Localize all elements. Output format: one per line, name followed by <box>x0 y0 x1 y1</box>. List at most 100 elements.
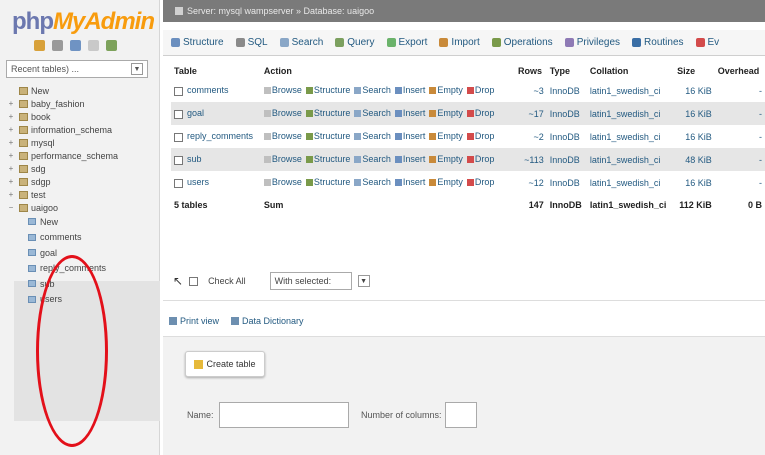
create-table-button[interactable]: Create table <box>185 351 265 377</box>
tab-import[interactable]: Import <box>439 37 480 48</box>
action-empty[interactable]: Empty <box>429 108 463 118</box>
tree-item-sdg[interactable]: + sdg <box>6 162 156 175</box>
table-name-link[interactable]: users <box>187 177 209 187</box>
action-browse[interactable]: Browse <box>263 108 302 118</box>
action-search[interactable]: Search <box>354 177 391 187</box>
cell-collation[interactable]: latin1_swedish_ci <box>586 125 675 148</box>
row-checkbox[interactable] <box>174 86 183 96</box>
column-count-input[interactable] <box>445 402 477 428</box>
phpmyadmin-logo[interactable]: phpMyAdmin <box>12 8 155 36</box>
home-icon[interactable] <box>34 40 45 51</box>
check-all-checkbox[interactable] <box>189 276 199 286</box>
cell-type[interactable]: InnoDB <box>546 171 587 194</box>
tab-operations[interactable]: Operations <box>491 37 553 48</box>
tab-routines[interactable]: Routines <box>632 37 684 48</box>
breadcrumb[interactable]: Server: mysql wampserver » Database: uai… <box>163 0 765 22</box>
tree-item-mysql[interactable]: + mysql <box>6 136 156 149</box>
action-search[interactable]: Search <box>354 85 391 95</box>
cell-collation[interactable]: latin1_swedish_ci <box>586 102 675 125</box>
action-empty[interactable]: Empty <box>429 154 463 164</box>
action-drop[interactable]: Drop <box>466 154 494 164</box>
expand-icon[interactable]: + <box>6 164 16 173</box>
tree-item-uaigoo[interactable]: − uaigoo <box>6 201 156 214</box>
tab-ev[interactable]: Ev <box>695 37 719 48</box>
action-insert[interactable]: Insert <box>394 177 425 187</box>
table-name-link[interactable]: comments <box>187 85 229 95</box>
row-checkbox[interactable] <box>174 155 183 165</box>
action-browse[interactable]: Browse <box>263 85 302 95</box>
action-insert[interactable]: Insert <box>394 108 425 118</box>
expand-icon[interactable]: + <box>6 112 16 121</box>
action-insert[interactable]: Insert <box>394 154 425 164</box>
table-name-link[interactable]: goal <box>187 108 204 118</box>
action-browse[interactable]: Browse <box>263 154 302 164</box>
action-structure[interactable]: Structure <box>305 85 350 95</box>
row-checkbox[interactable] <box>174 132 183 142</box>
tab-search[interactable]: Search <box>279 37 323 48</box>
column-header-rows[interactable]: Rows <box>515 62 547 79</box>
row-checkbox[interactable] <box>174 109 183 119</box>
cell-type[interactable]: InnoDB <box>546 79 587 102</box>
tab-query[interactable]: Query <box>335 37 375 48</box>
action-empty[interactable]: Empty <box>429 177 463 187</box>
tree-item-information-schema[interactable]: + information_schema <box>6 123 156 136</box>
cell-type[interactable]: InnoDB <box>546 102 587 125</box>
expand-icon[interactable]: + <box>6 99 16 108</box>
action-empty[interactable]: Empty <box>429 131 463 141</box>
action-drop[interactable]: Drop <box>466 177 494 187</box>
table-name-link[interactable]: sub <box>187 154 202 164</box>
with-selected-select[interactable]: With selected: <box>269 272 352 290</box>
recent-tables-select[interactable]: Recent tables) ... ▼ <box>6 60 148 78</box>
row-checkbox[interactable] <box>174 178 183 188</box>
tree-item-performance-schema[interactable]: + performance_schema <box>6 149 156 162</box>
tab-export[interactable]: Export <box>386 37 427 48</box>
tab-privileges[interactable]: Privileges <box>564 37 620 48</box>
expand-icon[interactable]: + <box>6 151 16 160</box>
action-browse[interactable]: Browse <box>263 131 302 141</box>
chevron-down-icon[interactable]: ▼ <box>357 275 370 287</box>
action-search[interactable]: Search <box>354 131 391 141</box>
action-drop[interactable]: Drop <box>466 85 494 95</box>
action-structure[interactable]: Structure <box>305 177 350 187</box>
settings-icon[interactable] <box>106 40 117 51</box>
data-dictionary-link[interactable]: Data Dictionary <box>231 316 304 326</box>
action-structure[interactable]: Structure <box>305 154 350 164</box>
cell-type[interactable]: InnoDB <box>546 125 587 148</box>
expand-icon[interactable]: + <box>6 190 16 199</box>
expand-icon[interactable]: − <box>6 203 16 212</box>
tab-sql[interactable]: SQL <box>235 37 268 48</box>
expand-icon[interactable]: + <box>6 138 16 147</box>
expand-icon[interactable]: + <box>6 177 16 186</box>
cell-type[interactable]: InnoDB <box>546 148 587 171</box>
action-insert[interactable]: Insert <box>394 85 425 95</box>
column-header-table[interactable]: Table <box>171 62 261 79</box>
action-structure[interactable]: Structure <box>305 131 350 141</box>
action-drop[interactable]: Drop <box>466 108 494 118</box>
action-insert[interactable]: Insert <box>394 131 425 141</box>
tree-table-comments[interactable]: comments <box>6 230 156 246</box>
table-name-input[interactable] <box>219 402 349 428</box>
action-search[interactable]: Search <box>354 154 391 164</box>
tree-item-book[interactable]: + book <box>6 110 156 123</box>
table-name-link[interactable]: reply_comments <box>187 131 253 141</box>
tree-item-New[interactable]: New <box>6 84 156 97</box>
action-browse[interactable]: Browse <box>263 177 302 187</box>
tree-item-sdgp[interactable]: + sdgp <box>6 175 156 188</box>
logout-icon[interactable] <box>52 40 63 51</box>
tree-item-baby-fashion[interactable]: + baby_fashion <box>6 97 156 110</box>
expand-icon[interactable]: + <box>6 125 16 134</box>
action-search[interactable]: Search <box>354 108 391 118</box>
check-all-label[interactable]: Check All <box>208 276 246 286</box>
print-view-link[interactable]: Print view <box>169 316 219 326</box>
help-icon[interactable] <box>70 40 81 51</box>
tree-table-New[interactable]: New <box>6 214 156 230</box>
docs-icon[interactable] <box>88 40 99 51</box>
cell-collation[interactable]: latin1_swedish_ci <box>586 171 675 194</box>
tree-item-test[interactable]: + test <box>6 188 156 201</box>
action-drop[interactable]: Drop <box>466 131 494 141</box>
cell-collation[interactable]: latin1_swedish_ci <box>586 148 675 171</box>
cell-collation[interactable]: latin1_swedish_ci <box>586 79 675 102</box>
tab-structure[interactable]: Structure <box>171 37 224 48</box>
action-empty[interactable]: Empty <box>429 85 463 95</box>
action-structure[interactable]: Structure <box>305 108 350 118</box>
